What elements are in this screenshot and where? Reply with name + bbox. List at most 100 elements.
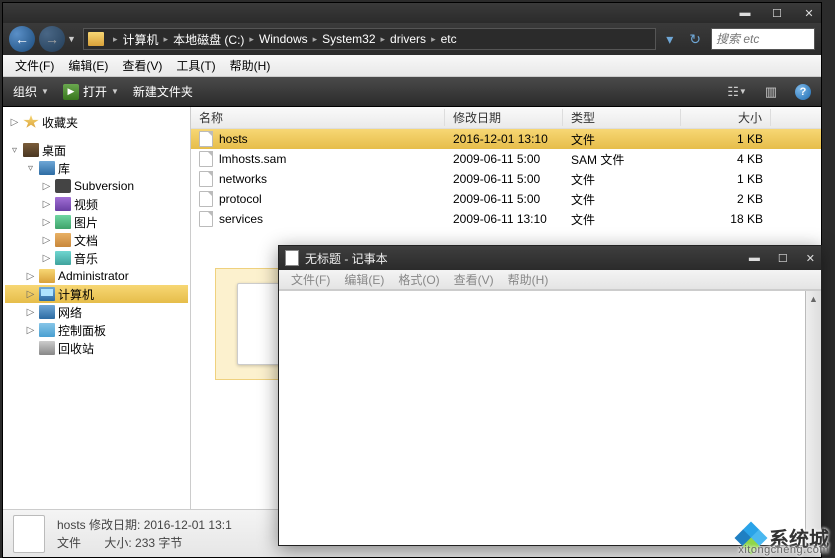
scrollbar-vertical[interactable]: ▲ ▼ <box>805 291 821 545</box>
help-button[interactable]: ? <box>795 84 811 100</box>
view-options-button[interactable]: ☷ ▼ <box>727 83 747 101</box>
file-row[interactable]: hosts2016-12-01 13:10文件1 KB <box>191 129 821 149</box>
file-name: hosts <box>219 132 248 146</box>
file-row[interactable]: networks2009-06-11 5:00文件1 KB <box>191 169 821 189</box>
arrow-left-icon: ← <box>15 31 29 47</box>
new-folder-button[interactable]: 新建文件夹 <box>133 83 193 100</box>
breadcrumb-segment[interactable]: etc <box>441 32 457 46</box>
file-name: services <box>219 212 263 226</box>
breadcrumb-segment[interactable]: drivers <box>390 32 426 46</box>
forward-button[interactable]: → <box>39 26 65 52</box>
menu-view[interactable]: 查看(V) <box>116 55 168 76</box>
col-size[interactable]: 大小 <box>681 109 771 126</box>
file-date: 2009-06-11 5:00 <box>445 192 563 206</box>
np-menu-file[interactable]: 文件(F) <box>285 270 336 289</box>
recycle-bin-icon <box>39 341 55 355</box>
tree-music[interactable]: ▷音乐 <box>5 249 188 267</box>
menu-edit[interactable]: 编辑(E) <box>62 55 114 76</box>
col-date[interactable]: 修改日期 <box>445 109 563 126</box>
tree-documents[interactable]: ▷文档 <box>5 231 188 249</box>
file-row[interactable]: services2009-06-11 13:10文件18 KB <box>191 209 821 229</box>
notepad-close-button[interactable]: ✕ <box>806 252 815 265</box>
music-icon <box>55 251 71 265</box>
tree-recycle[interactable]: 回收站 <box>5 339 188 357</box>
star-icon <box>23 115 39 129</box>
np-menu-view[interactable]: 查看(V) <box>448 270 500 289</box>
file-icon <box>13 515 45 553</box>
tree-desktop[interactable]: ▿桌面 <box>5 141 188 159</box>
breadcrumb-segment[interactable]: System32 <box>322 32 375 46</box>
nav-tree: ▷收藏夹 ▿桌面 ▿库 ▷Subversion ▷视频 ▷图片 ▷文档 ▷音乐 … <box>3 107 191 509</box>
refresh-icon[interactable]: ↻ <box>689 31 701 48</box>
minimize-button[interactable]: ▬ <box>739 7 751 19</box>
notepad-menubar: 文件(F) 编辑(E) 格式(O) 查看(V) 帮助(H) <box>279 270 821 290</box>
file-date: 2016-12-01 13:10 <box>445 132 563 146</box>
breadcrumb-segment[interactable]: Windows <box>259 32 308 46</box>
file-name: networks <box>219 172 267 186</box>
tree-pictures[interactable]: ▷图片 <box>5 213 188 231</box>
folder-icon <box>55 179 71 193</box>
file-icon <box>199 131 213 147</box>
computer-icon <box>39 287 55 301</box>
maximize-button[interactable]: ☐ <box>771 7 783 19</box>
watermark-url: xitongcheng.com <box>738 544 829 556</box>
scroll-up-icon[interactable]: ▲ <box>806 291 821 307</box>
tree-subversion[interactable]: ▷Subversion <box>5 177 188 195</box>
file-row[interactable]: protocol 2009-06-11 5:00文件2 KB <box>191 189 821 209</box>
np-menu-help[interactable]: 帮助(H) <box>502 270 555 289</box>
menu-help[interactable]: 帮助(H) <box>224 55 277 76</box>
breadcrumb-segment[interactable]: 本地磁盘 (C:) <box>173 31 244 48</box>
file-size: 1 KB <box>681 172 771 186</box>
tree-video[interactable]: ▷视频 <box>5 195 188 213</box>
menu-file[interactable]: 文件(F) <box>9 55 60 76</box>
explorer-menubar: 文件(F) 编辑(E) 查看(V) 工具(T) 帮助(H) <box>3 55 821 77</box>
nav-history-dropdown[interactable]: ▼ <box>67 34 79 44</box>
control-panel-icon <box>39 323 55 337</box>
np-menu-edit[interactable]: 编辑(E) <box>338 270 390 289</box>
col-name[interactable]: 名称 <box>191 109 445 126</box>
file-name: protocol <box>219 192 262 206</box>
notepad-window: 无标题 - 记事本 ▬ ☐ ✕ 文件(F) 编辑(E) 格式(O) 查看(V) … <box>278 245 822 546</box>
pictures-icon <box>55 215 71 229</box>
organize-button[interactable]: 组织 ▼ <box>13 83 49 100</box>
breadcrumb[interactable]: ▸ 计算机▸ 本地磁盘 (C:)▸ Windows▸ System32▸ dri… <box>83 28 656 50</box>
file-date: 2009-06-11 13:10 <box>445 212 563 226</box>
col-type[interactable]: 类型 <box>563 109 681 126</box>
file-icon <box>199 171 213 187</box>
file-type: 文件 <box>563 171 681 188</box>
notepad-text-area[interactable]: ▲ ▼ <box>279 290 821 545</box>
search-input[interactable] <box>711 28 815 50</box>
network-icon <box>39 305 55 319</box>
menu-tools[interactable]: 工具(T) <box>170 55 221 76</box>
file-size: 18 KB <box>681 212 771 226</box>
tree-computer[interactable]: ▷计算机 <box>5 285 188 303</box>
tree-library[interactable]: ▿库 <box>5 159 188 177</box>
explorer-toolbar: 组织 ▼ ▶ 打开 ▼ 新建文件夹 ☷ ▼ ▥ ? <box>3 77 821 107</box>
open-icon: ▶ <box>63 84 79 100</box>
back-button[interactable]: ← <box>9 26 35 52</box>
notepad-icon <box>285 250 299 266</box>
file-row[interactable]: lmhosts.sam2009-06-11 5:00SAM 文件4 KB <box>191 149 821 169</box>
tree-favorites[interactable]: ▷收藏夹 <box>5 113 188 131</box>
notepad-minimize-button[interactable]: ▬ <box>749 252 760 265</box>
library-icon <box>39 161 55 175</box>
tree-network[interactable]: ▷网络 <box>5 303 188 321</box>
tree-control-panel[interactable]: ▷控制面板 <box>5 321 188 339</box>
notepad-maximize-button[interactable]: ☐ <box>778 252 788 265</box>
breadcrumb-segment[interactable]: 计算机 <box>123 31 159 48</box>
video-icon <box>55 197 71 211</box>
file-size: 1 KB <box>681 132 771 146</box>
arrow-right-icon: → <box>45 31 59 47</box>
file-size: 4 KB <box>681 152 771 166</box>
refresh-dropdown-icon[interactable]: ▾ <box>666 31 673 48</box>
tree-administrator[interactable]: ▷Administrator <box>5 267 188 285</box>
file-size: 2 KB <box>681 192 771 206</box>
np-menu-format[interactable]: 格式(O) <box>392 270 445 289</box>
notepad-titlebar[interactable]: 无标题 - 记事本 ▬ ☐ ✕ <box>279 246 821 270</box>
open-button[interactable]: ▶ 打开 ▼ <box>63 83 119 100</box>
notepad-title: 无标题 - 记事本 <box>305 250 388 267</box>
file-type: 文件 <box>563 191 681 208</box>
close-button[interactable]: ✕ <box>803 7 815 19</box>
chevron-down-icon: ▼ <box>41 87 49 96</box>
preview-pane-button[interactable]: ▥ <box>761 83 781 101</box>
